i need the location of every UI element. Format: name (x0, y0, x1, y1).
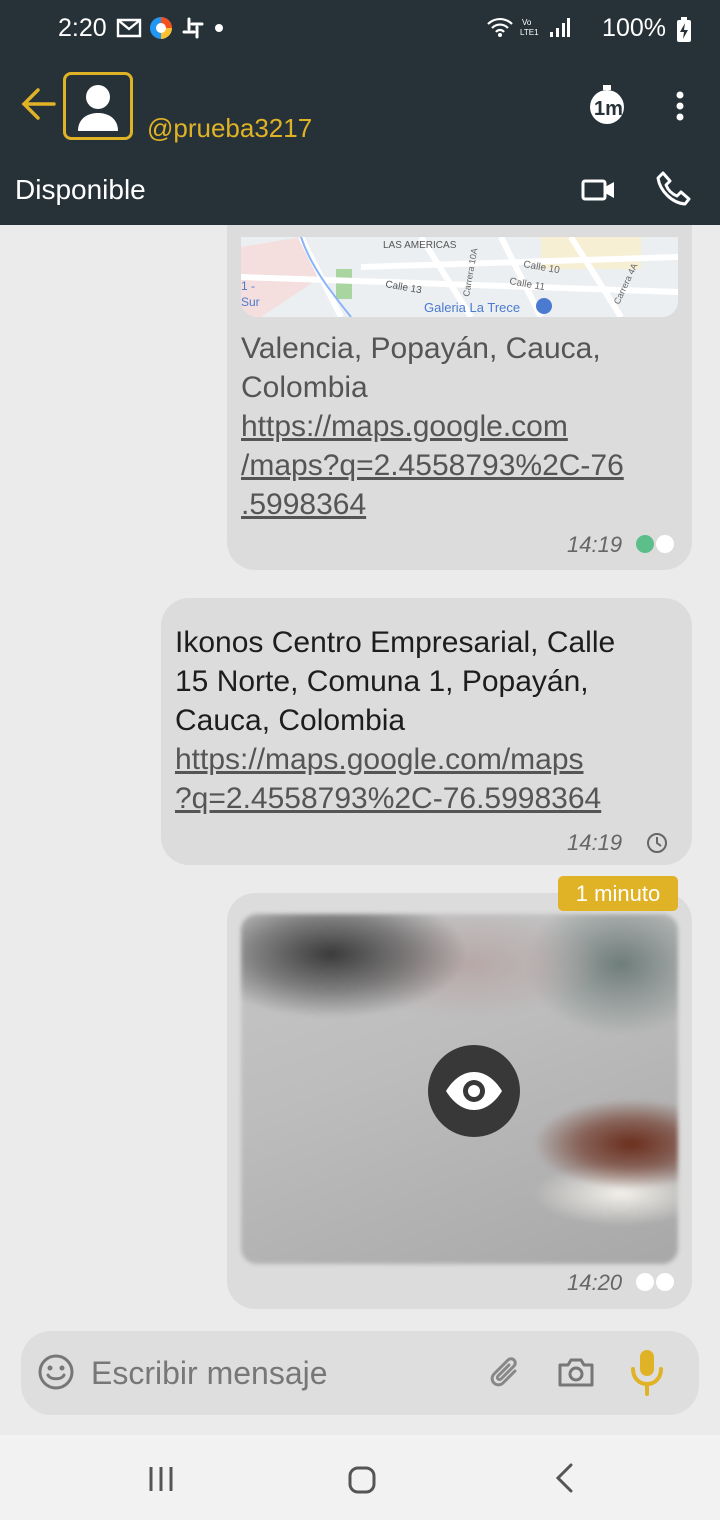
home-icon[interactable] (347, 1465, 377, 1495)
attach-icon[interactable] (487, 1353, 527, 1393)
self-destruct-badge: 1 minuto (558, 876, 678, 911)
microphone-icon[interactable] (627, 1347, 667, 1397)
slack-icon (182, 17, 204, 39)
recent-apps-icon[interactable] (148, 1465, 176, 1493)
browser-icon (150, 17, 172, 39)
wifi-icon (487, 17, 513, 37)
message-time: 14:20 (567, 1270, 623, 1295)
volte-icon: VoLTE1 (520, 18, 539, 37)
link-line[interactable]: https://maps.google.com (241, 407, 681, 446)
dot-icon (215, 24, 223, 32)
read-status-icon (636, 535, 674, 553)
location-name: Valencia, Popayán, Cauca, Colombia (241, 332, 601, 404)
link-line[interactable]: .5998364 (241, 485, 681, 524)
message-bubble[interactable]: Ikonos Centro Empresarial, Calle 15 Nort… (161, 598, 692, 865)
map-preview[interactable]: LAS AMERICAS Calle 10 Calle 11 Calle 13 … (241, 237, 678, 317)
eye-icon (446, 1072, 502, 1110)
connectivity-icons: Vo LTE1 (486, 16, 570, 38)
map-label: Sur (241, 295, 260, 309)
clock-pending-icon (647, 833, 667, 853)
nav-back-icon[interactable] (553, 1463, 575, 1493)
message-bubble[interactable]: 14:20 (227, 893, 692, 1309)
link-line[interactable]: /maps?q=2.4558793%2C-76 (241, 446, 681, 485)
phone-call-icon[interactable] (655, 170, 693, 208)
camera-icon[interactable] (556, 1353, 596, 1391)
back-arrow-icon[interactable] (18, 84, 58, 124)
message-bubble[interactable]: LAS AMERICAS Calle 10 Calle 11 Calle 13 … (227, 225, 692, 570)
contact-name[interactable]: @prueba3217 (147, 113, 312, 144)
message-time: 14:19 (567, 830, 623, 855)
gmail-icon (116, 18, 142, 38)
message-composer (21, 1331, 699, 1415)
message-list[interactable]: LAS AMERICAS Calle 10 Calle 11 Calle 13 … (0, 225, 720, 1335)
svg-text:1m: 1m (594, 98, 623, 120)
text-line: Ikonos Centro Empresarial, Calle (175, 626, 616, 659)
status-time: 2:20 (58, 14, 107, 42)
svg-text:LTE1: LTE1 (520, 28, 539, 37)
link-line[interactable]: ?q=2.4558793%2C-76.5998364 (175, 779, 685, 818)
map-label: LAS AMERICAS (383, 240, 457, 251)
link-line[interactable]: https://maps.google.com/maps (175, 740, 685, 779)
message-text: Valencia, Popayán, Cauca, Colombia https… (241, 329, 681, 524)
notification-icons (116, 15, 226, 41)
video-call-icon[interactable] (580, 174, 616, 206)
tick-dot (636, 535, 654, 553)
view-photo-button[interactable] (428, 1045, 520, 1137)
tick-dot (636, 1273, 654, 1291)
message-link[interactable]: https://maps.google.com/maps ?q=2.455879… (175, 740, 685, 818)
text-line: 15 Norte, Comuna 1, Popayán, (175, 665, 589, 698)
user-silhouette-icon (78, 85, 118, 131)
tick-dot (656, 1273, 674, 1291)
system-nav-bar (0, 1435, 720, 1520)
map-pin-icon (536, 298, 552, 314)
map-label: Galeria La Trece (424, 300, 520, 315)
message-link[interactable]: https://maps.google.com /maps?q=2.455879… (241, 407, 681, 524)
tick-dot (656, 535, 674, 553)
more-options-icon[interactable] (668, 90, 692, 122)
status-bar: 2:20 Vo LTE1 100% (0, 0, 720, 60)
message-time: 14:19 (567, 532, 623, 557)
self-destruct-timer-icon[interactable]: 1m (587, 84, 627, 126)
battery-charging-icon (677, 17, 691, 42)
chat-header: @prueba3217 1m Disponible (0, 60, 720, 225)
battery-percent: 100% (602, 14, 666, 42)
signal-icon (550, 18, 570, 37)
map-label: 1 - (241, 279, 255, 293)
avatar[interactable] (63, 72, 133, 140)
svg-text:Vo: Vo (522, 18, 532, 27)
sent-status-icon (636, 1273, 674, 1291)
message-text: Ikonos Centro Empresarial, Calle 15 Nort… (175, 623, 685, 818)
contact-status: Disponible (15, 174, 146, 205)
emoji-icon[interactable] (37, 1353, 75, 1391)
text-line: Cauca, Colombia (175, 704, 406, 737)
message-input[interactable] (91, 1345, 471, 1401)
